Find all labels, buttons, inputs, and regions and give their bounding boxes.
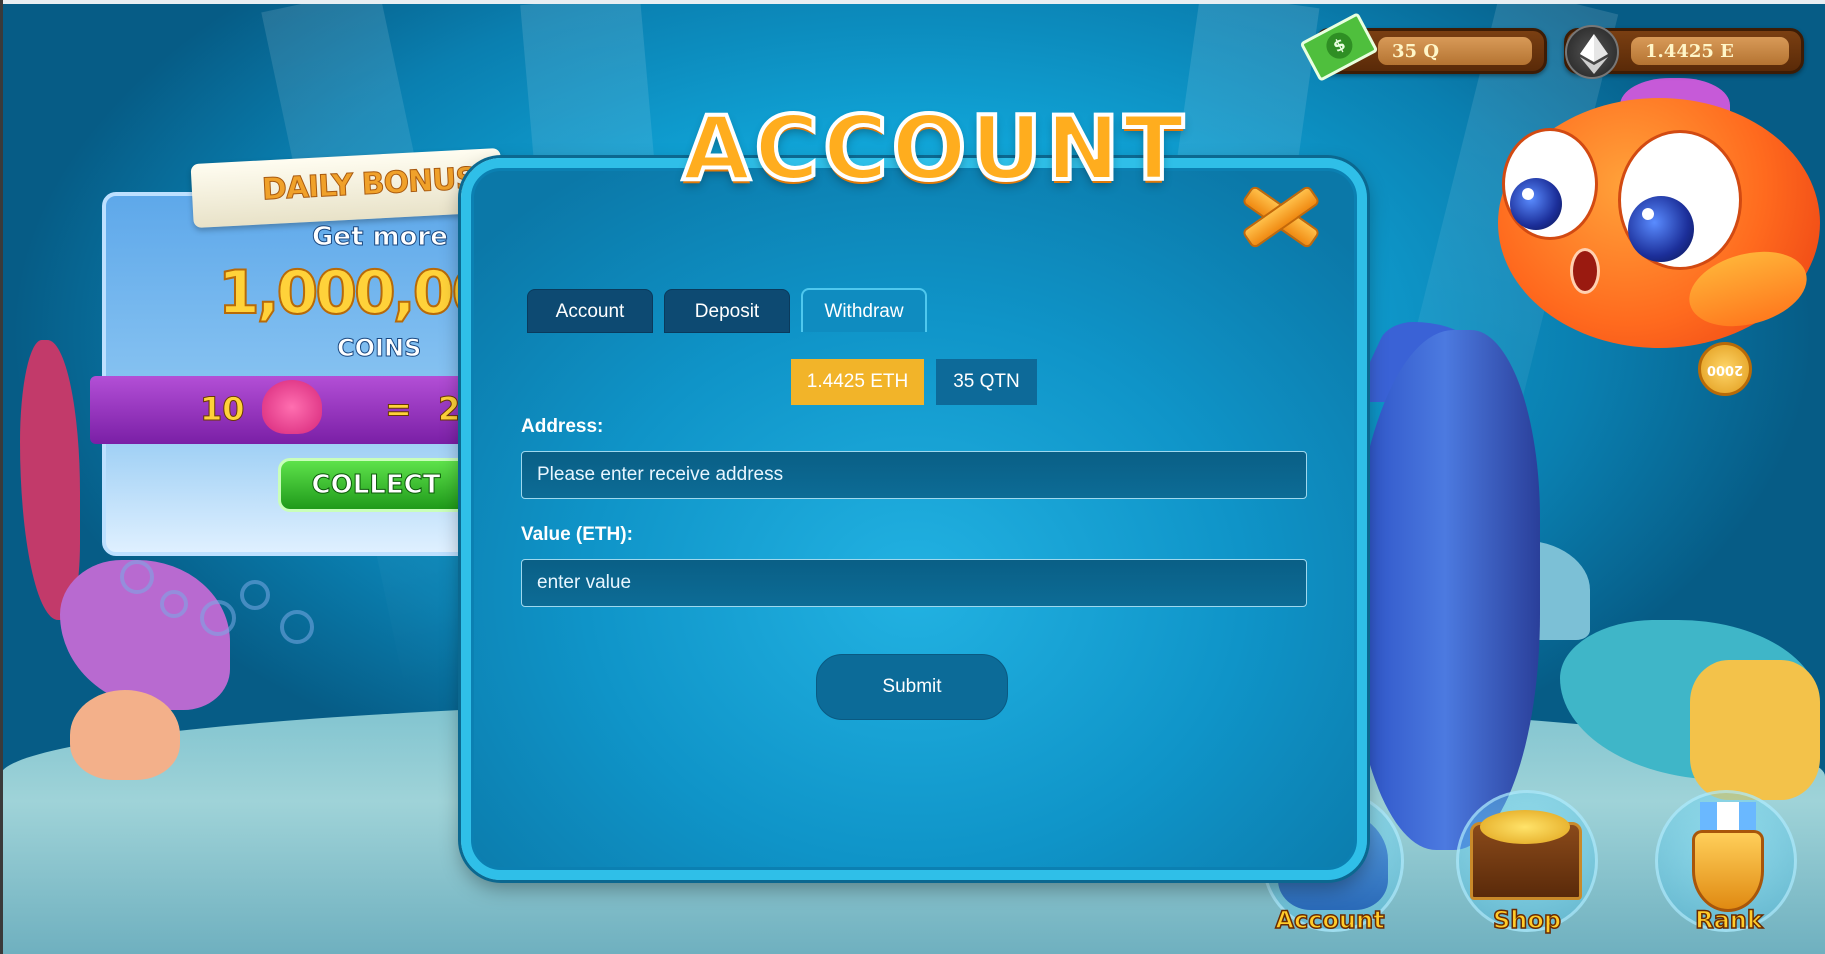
- gold-pile: [1480, 810, 1570, 844]
- nav-rank-label: Rank: [1694, 905, 1763, 935]
- bubble-decoration: [160, 590, 188, 618]
- tab-withdraw[interactable]: Withdraw: [801, 288, 927, 332]
- cash-balance-value: 35 Q: [1378, 37, 1532, 65]
- fish-pupil-left: [1510, 178, 1562, 230]
- octopus-icon: [262, 380, 322, 434]
- cash-balance: $ 35 Q: [1299, 12, 1547, 82]
- shell-decoration: [70, 690, 180, 780]
- window-left-edge: [0, 0, 3, 954]
- ethereum-icon: [1565, 25, 1619, 79]
- submit-button[interactable]: Submit: [816, 654, 1008, 720]
- account-modal: [461, 158, 1367, 880]
- address-input[interactable]: [521, 451, 1307, 499]
- fish-mouth: [1570, 248, 1600, 294]
- address-label: Address:: [521, 416, 604, 437]
- medal-icon: [1692, 830, 1764, 912]
- bubble-decoration: [240, 580, 270, 610]
- tab-account[interactable]: Account: [527, 289, 653, 333]
- daily-bonus-amount: 1,000,00: [217, 257, 494, 329]
- tab-deposit[interactable]: Deposit: [664, 289, 790, 333]
- value-input[interactable]: [521, 559, 1307, 607]
- eth-balance: 1.4425 E: [1564, 25, 1804, 79]
- bubble-decoration: [120, 560, 154, 594]
- fish-pupil-right: [1628, 196, 1694, 262]
- coral-decoration: [1690, 660, 1820, 800]
- window-top-edge: [0, 0, 1825, 4]
- eth-balance-value: 1.4425 E: [1631, 37, 1789, 65]
- collect-button[interactable]: COLLECT: [278, 458, 474, 512]
- daily-bonus-rate-equals: =: [385, 390, 413, 429]
- currency-eth-button[interactable]: 1.4425 ETH: [791, 359, 924, 405]
- currency-qtn-button[interactable]: 35 QTN: [936, 359, 1037, 405]
- nav-account-label: Account: [1275, 905, 1386, 935]
- bubble-decoration: [280, 610, 314, 644]
- daily-bonus-rate-right: 2: [437, 390, 461, 429]
- daily-bonus-title: DAILY BONUS: [261, 161, 478, 208]
- daily-bonus-rate-left: 10: [200, 390, 246, 429]
- daily-bonus-coins-label: COINS: [336, 334, 422, 363]
- nav-shop-label: Shop: [1492, 905, 1562, 935]
- fish-eye-glint: [1522, 188, 1534, 200]
- coral-decoration: [20, 340, 80, 620]
- value-label: Value (ETH):: [521, 524, 633, 545]
- fish-eye-glint: [1642, 208, 1654, 220]
- coin-icon: 2000: [1698, 342, 1752, 396]
- modal-title: ACCOUNT: [658, 92, 1212, 204]
- close-button[interactable]: [1236, 176, 1326, 256]
- modal-title-text: ACCOUNT: [680, 95, 1188, 202]
- daily-bonus-get-more: Get more: [312, 222, 449, 253]
- bubble-decoration: [200, 600, 236, 636]
